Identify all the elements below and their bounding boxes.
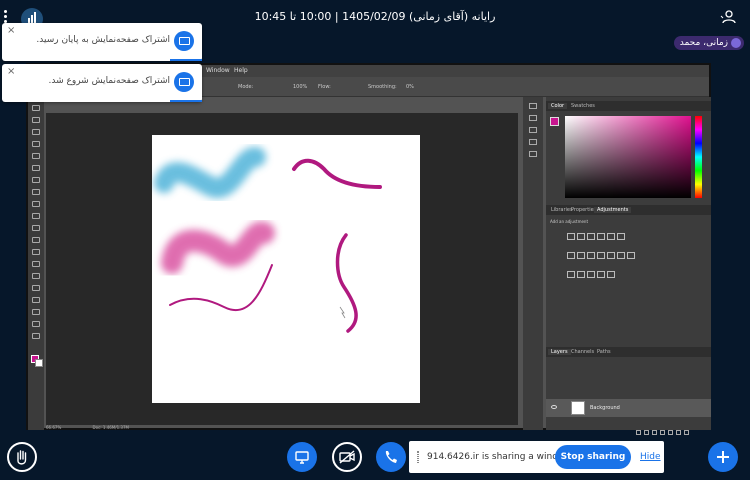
ps-bg-color[interactable]: [35, 359, 43, 367]
layer-row[interactable]: Background: [546, 399, 711, 417]
drag-handle[interactable]: [417, 451, 419, 463]
screen-share-icon: [174, 31, 194, 51]
ps-menu-window[interactable]: Window: [206, 67, 230, 74]
toast-progress: [170, 59, 202, 61]
hue-slider[interactable]: [695, 116, 702, 198]
audio-button[interactable]: [376, 442, 406, 472]
ps-doc-size: Doc: 1.46M/1.37M: [92, 425, 129, 430]
camera-off-icon: [339, 450, 355, 464]
toast-progress: [170, 100, 202, 102]
toast-message: اشتراک صفحه‌نمایش به پایان رسید.: [36, 35, 170, 45]
user-chip-name: زمانی، محمد: [679, 38, 728, 48]
layer-footer-icons[interactable]: [636, 420, 708, 435]
ps-document-canvas[interactable]: [152, 135, 420, 403]
ps-toolbar: [28, 97, 44, 430]
screen-share-icon: [174, 72, 194, 92]
hide-link[interactable]: Hide: [640, 452, 661, 462]
ps-option-smoothing: Smoothing:: [368, 84, 397, 90]
actions-button[interactable]: [708, 442, 738, 472]
raise-hand-icon: [17, 450, 27, 465]
layer-thumbnail: [571, 401, 585, 415]
adjust-label: Add an adjustment: [550, 219, 589, 224]
toast-share-ended: × اشتراک صفحه‌نمایش به پایان رسید.: [2, 23, 202, 61]
ps-option-smoothing-value: 0%: [406, 84, 414, 90]
user-avatar: [731, 38, 741, 48]
camera-button[interactable]: [332, 442, 362, 472]
brush-strokes: [154, 147, 382, 333]
toast-message: اشتراک صفحه‌نمایش شروع شد.: [48, 76, 170, 86]
tab-swatches[interactable]: Swatches: [568, 103, 598, 109]
stop-sharing-button[interactable]: Stop sharing: [555, 445, 631, 469]
raise-hand-button[interactable]: [7, 442, 37, 472]
ps-option-flow: Flow:: [318, 84, 331, 90]
tab-channels[interactable]: Channels: [568, 349, 597, 355]
shared-screen: Window Help Mode: 100% Flow: Smoothing: …: [26, 63, 711, 435]
close-icon[interactable]: ×: [7, 25, 15, 36]
eye-icon[interactable]: [551, 405, 557, 409]
ps-status-bar: 66.67% Doc: 1.46M/1.37M: [46, 425, 518, 430]
user-icon[interactable]: [720, 10, 738, 24]
color-panel-tabs: Color Swatches: [546, 101, 711, 111]
ps-zoom-level: 66.67%: [46, 425, 62, 430]
toast-share-started: × اشتراک صفحه‌نمایش شروع شد.: [2, 64, 202, 102]
ps-option-mode: Mode:: [238, 84, 254, 90]
screen-share-button[interactable]: [287, 442, 317, 472]
color-picker-field[interactable]: [565, 116, 691, 198]
adjust-panel-tabs: Libraries Properties Adjustments: [546, 205, 711, 215]
ps-option-opacity: 100%: [293, 84, 308, 90]
plus-icon: [717, 451, 729, 463]
tab-paths[interactable]: Paths: [594, 349, 614, 355]
close-icon[interactable]: ×: [7, 66, 15, 77]
layer-name: Background: [590, 405, 620, 411]
sharing-text: 914.6426.ir is sharing a window.: [427, 452, 573, 462]
meeting-title: رایانه (آقای زمانی) 1405/02/09 | 10:00 ت…: [254, 10, 496, 23]
user-chip: زمانی، محمد: [673, 36, 744, 50]
ps-panels: Color Swatches Libraries Properties Adju…: [546, 97, 711, 435]
screen-share-icon: [295, 451, 309, 464]
ps-menu-help[interactable]: Help: [234, 67, 248, 74]
layers-panel-tabs: Layers Channels Paths: [546, 347, 711, 357]
sharing-banner: 914.6426.ir is sharing a window. Stop sh…: [409, 441, 664, 473]
ps-panel-strip: [523, 97, 543, 430]
ps-canvas-area: [46, 113, 518, 425]
tab-color[interactable]: Color: [548, 103, 568, 109]
adjustment-icons[interactable]: [566, 227, 676, 284]
phone-icon: [385, 451, 397, 463]
color-panel-fg-swatch[interactable]: [550, 117, 559, 126]
tab-adjustments[interactable]: Adjustments: [594, 207, 632, 213]
